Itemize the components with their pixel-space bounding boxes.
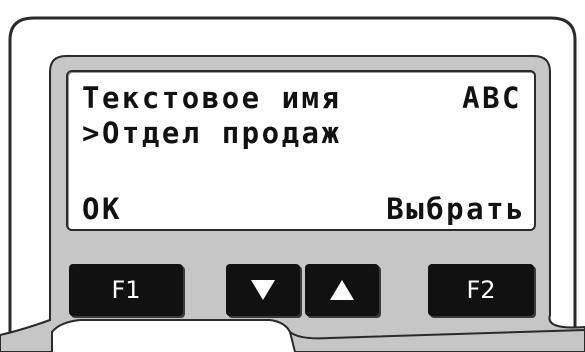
lcd-screen: Текстовое имя ABC >Отдел продаж OK Выбра… — [66, 70, 536, 231]
down-arrow-button[interactable] — [226, 264, 300, 316]
triangle-down-icon — [251, 280, 275, 300]
lcd-softkey-left-label: OK — [82, 192, 122, 226]
f1-button-label: F1 — [111, 276, 141, 304]
up-arrow-button[interactable] — [305, 264, 379, 316]
f2-button[interactable]: F2 — [428, 264, 534, 316]
triangle-up-icon — [330, 280, 354, 300]
f2-button-label: F2 — [466, 276, 496, 304]
lcd-line1-mode: ABC — [462, 81, 522, 115]
lcd-softkey-right-label: Выбрать — [386, 192, 526, 226]
f1-button[interactable]: F1 — [69, 264, 183, 316]
lcd-line1-label: Текстовое имя — [82, 81, 342, 115]
device-panel: Текстовое имя ABC >Отдел продаж OK Выбра… — [0, 0, 585, 352]
lcd-line2-selection: >Отдел продаж — [82, 116, 342, 150]
